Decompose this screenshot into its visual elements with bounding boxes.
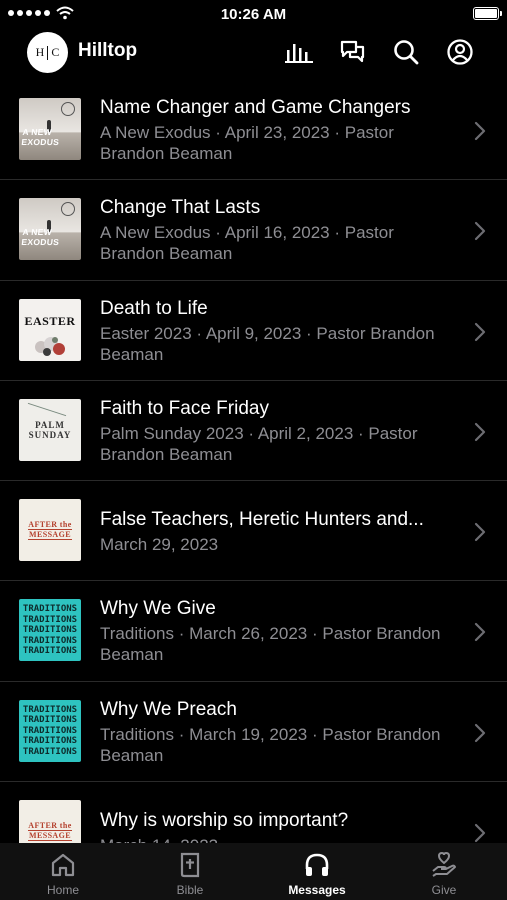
chevron-right-icon xyxy=(474,823,486,843)
artwork-label: EASTER xyxy=(24,314,76,329)
profile-icon[interactable] xyxy=(446,38,474,66)
artwork-label: AFTER the MESSAGE xyxy=(28,821,72,842)
chevron-right-icon xyxy=(474,222,486,241)
message-artwork: A NEW EXODUS xyxy=(19,98,81,160)
tab-bible-label: Bible xyxy=(176,883,204,897)
logo-letter-left: H xyxy=(35,45,45,59)
chevron-right-icon xyxy=(474,523,486,542)
chat-icon[interactable] xyxy=(339,38,367,66)
message-meta: Easter 2023 · April 9, 2023 · Pastor Bra… xyxy=(100,323,435,364)
message-title: Why We Preach xyxy=(100,698,237,720)
app-header: H C Hilltop xyxy=(0,30,507,80)
tab-messages-label: Messages xyxy=(288,883,346,897)
tab-give[interactable]: Give xyxy=(381,843,507,900)
message-title: Change That Lasts xyxy=(100,197,261,219)
message-artwork: AFTER the MESSAGE xyxy=(19,800,81,843)
message-title: Faith to Face Friday xyxy=(100,397,269,419)
tab-bar: Home Bible Messages Give xyxy=(0,843,507,900)
list-item[interactable]: A NEW EXODUS Change That Lasts A New Exodu… xyxy=(0,180,507,281)
tab-home-label: Home xyxy=(46,883,79,897)
give-icon xyxy=(430,851,458,879)
app-title: Hilltop xyxy=(78,40,138,61)
chevron-right-icon xyxy=(474,322,486,341)
equalizer-icon[interactable] xyxy=(285,38,313,66)
message-meta: A New Exodus · April 23, 2023 · Pastor B… xyxy=(100,123,394,163)
tab-give-label: Give xyxy=(431,883,457,897)
message-artwork: EASTER xyxy=(19,298,81,361)
list-item[interactable]: EASTER Death to Life Easter 2023 · April 9… xyxy=(0,281,507,381)
chevron-right-icon xyxy=(474,723,486,742)
message-meta: Traditions · March 19, 2023 · Pastor Bra… xyxy=(100,724,441,765)
message-meta: March 14, 2023 xyxy=(100,835,449,843)
list-item[interactable]: AFTER the MESSAGE Why is worship so import… xyxy=(0,782,507,843)
search-icon[interactable] xyxy=(392,38,420,66)
message-meta: Traditions · March 26, 2023 · Pastor Bra… xyxy=(100,624,441,665)
message-meta: A New Exodus · April 16, 2023 · Pastor B… xyxy=(100,223,394,264)
artwork-label: AFTER the MESSAGE xyxy=(28,520,72,541)
message-artwork: PALM SUNDAY xyxy=(19,398,81,461)
message-meta: March 29, 2023 xyxy=(100,535,219,555)
message-artwork: TRADITIONS TRADITIONS TRADITIONS TRADITIONS… xyxy=(19,699,81,762)
bible-icon xyxy=(176,851,204,879)
list-item[interactable]: PALM SUNDAY Faith to Face Friday Palm Sunda… xyxy=(0,381,507,482)
artwork-label: TRADITIONS TRADITIONS TRADITIONS TRADITIONS… xyxy=(22,604,78,657)
home-icon xyxy=(49,851,77,879)
list-item[interactable]: TRADITIONS TRADITIONS TRADITIONS TRADITIONS… xyxy=(0,581,507,682)
artwork-label: A NEW EXODUS xyxy=(20,227,60,248)
message-meta: Palm Sunday 2023 · April 2, 2023 · Pasto… xyxy=(100,423,418,464)
message-title: Why We Give xyxy=(100,598,216,620)
list-item[interactable]: A NEW EXODUS Name Changer and Game Change… xyxy=(0,80,507,181)
chevron-right-icon xyxy=(474,422,486,441)
church-logo[interactable]: H C xyxy=(27,32,68,73)
battery-icon xyxy=(473,7,502,20)
message-title: False Teachers, Heretic Hunters and... xyxy=(100,509,424,531)
logo-letter-right: C xyxy=(51,45,60,59)
list-item[interactable]: TRADITIONS TRADITIONS TRADITIONS TRADITIONS… xyxy=(0,682,507,783)
message-artwork: TRADITIONS TRADITIONS TRADITIONS TRADITIONS… xyxy=(19,599,81,662)
tab-home[interactable]: Home xyxy=(0,843,126,900)
artwork-label: A NEW EXODUS xyxy=(20,127,60,147)
chevron-right-icon xyxy=(474,623,486,642)
status-bar: 10:26 AM xyxy=(0,0,507,28)
headphones-icon xyxy=(303,851,331,879)
message-artwork: AFTER the MESSAGE xyxy=(19,499,81,562)
status-time: 10:26 AM xyxy=(220,6,287,23)
artwork-label: TRADITIONS TRADITIONS TRADITIONS TRADITIONS… xyxy=(22,704,78,757)
message-title: Death to Life xyxy=(100,297,208,319)
message-title: Why is worship so important? xyxy=(100,810,349,832)
artwork-label: PALM SUNDAY xyxy=(28,419,72,440)
chevron-right-icon xyxy=(474,121,486,141)
tab-bible[interactable]: Bible xyxy=(127,843,253,900)
list-item[interactable]: AFTER the MESSAGE False Teachers, Heretic … xyxy=(0,481,507,582)
message-artwork: A NEW EXODUS xyxy=(19,198,81,261)
tab-messages[interactable]: Messages xyxy=(254,843,380,900)
message-list[interactable]: A NEW EXODUS Name Changer and Game Change… xyxy=(0,80,507,843)
message-title: Name Changer and Game Changers xyxy=(100,97,411,118)
